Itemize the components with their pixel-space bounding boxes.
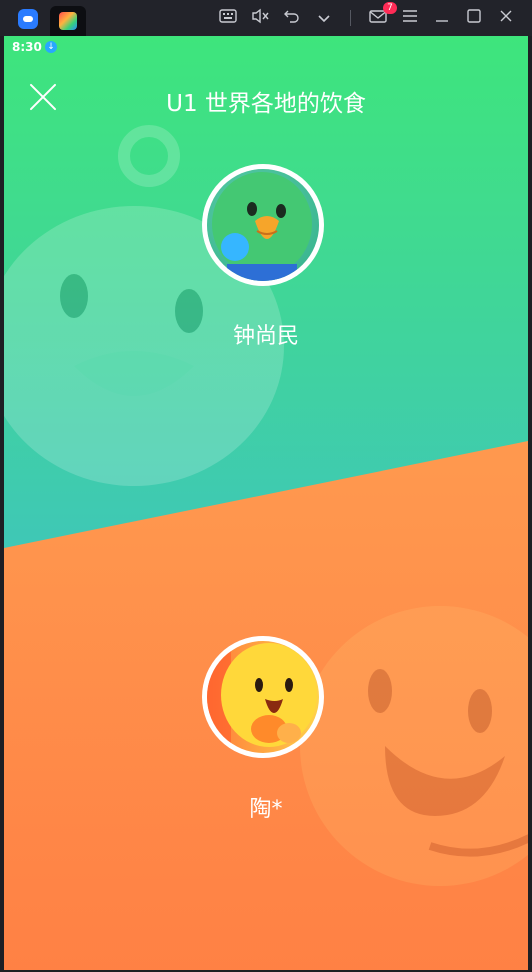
- chevron-down-icon[interactable]: [314, 8, 334, 28]
- notification-badge: 7: [383, 2, 397, 14]
- orange-mascot-watermark-icon: [300, 606, 528, 886]
- green-bird-icon: [207, 169, 319, 281]
- menu-icon[interactable]: [400, 8, 420, 28]
- emulator-app-icon[interactable]: [18, 9, 38, 29]
- download-icon: ↓: [45, 41, 57, 53]
- minimize-icon[interactable]: [432, 8, 452, 28]
- yellow-chick-icon: [207, 641, 317, 753]
- close-window-icon[interactable]: [496, 8, 516, 28]
- emulator-toolbar: 7: [0, 0, 532, 36]
- app-tab-icon: [59, 12, 77, 30]
- close-button[interactable]: [26, 80, 60, 114]
- undo-icon[interactable]: [282, 8, 302, 28]
- toolbar-divider: [350, 10, 351, 26]
- keyboard-icon[interactable]: [218, 8, 238, 28]
- player-avatar: [202, 164, 324, 286]
- app-tab[interactable]: [50, 6, 86, 36]
- player-name: 钟尚民: [232, 324, 299, 349]
- app-screen: 8:30 ↓ U1 世界各地的饮食 钟尚民 陶*: [4, 36, 528, 970]
- mute-icon[interactable]: [250, 8, 270, 28]
- status-time: 8:30: [12, 40, 42, 54]
- maximize-icon[interactable]: [464, 8, 484, 28]
- page-title: U1 世界各地的饮食: [166, 91, 366, 117]
- opponent-name: 陶*: [249, 797, 283, 822]
- opponent-avatar: [202, 636, 324, 758]
